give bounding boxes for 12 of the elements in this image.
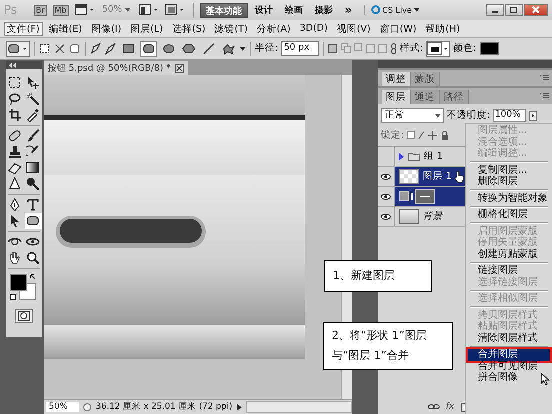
lock-label: 锁定: xyxy=(381,129,404,142)
document-info: 36.12 厘米 x 25.01 厘米 (72 ppi) xyxy=(96,401,233,413)
layer-name: 图层 1 xyxy=(423,170,452,183)
radius-label: 半径: xyxy=(255,42,278,55)
callout-note: 1、新建图层 xyxy=(324,260,432,292)
layer-name: 组 1 xyxy=(424,150,444,163)
style-label: 样式: xyxy=(400,42,424,55)
callout-note: 2、将“形状 1”图层 与“图层 1”合并 xyxy=(323,322,453,370)
layer-name: 背景 xyxy=(423,210,443,223)
app-logo: Ps xyxy=(4,3,18,17)
opacity-label: 不透明度: xyxy=(447,109,490,122)
color-label: 颜色: xyxy=(453,42,477,55)
